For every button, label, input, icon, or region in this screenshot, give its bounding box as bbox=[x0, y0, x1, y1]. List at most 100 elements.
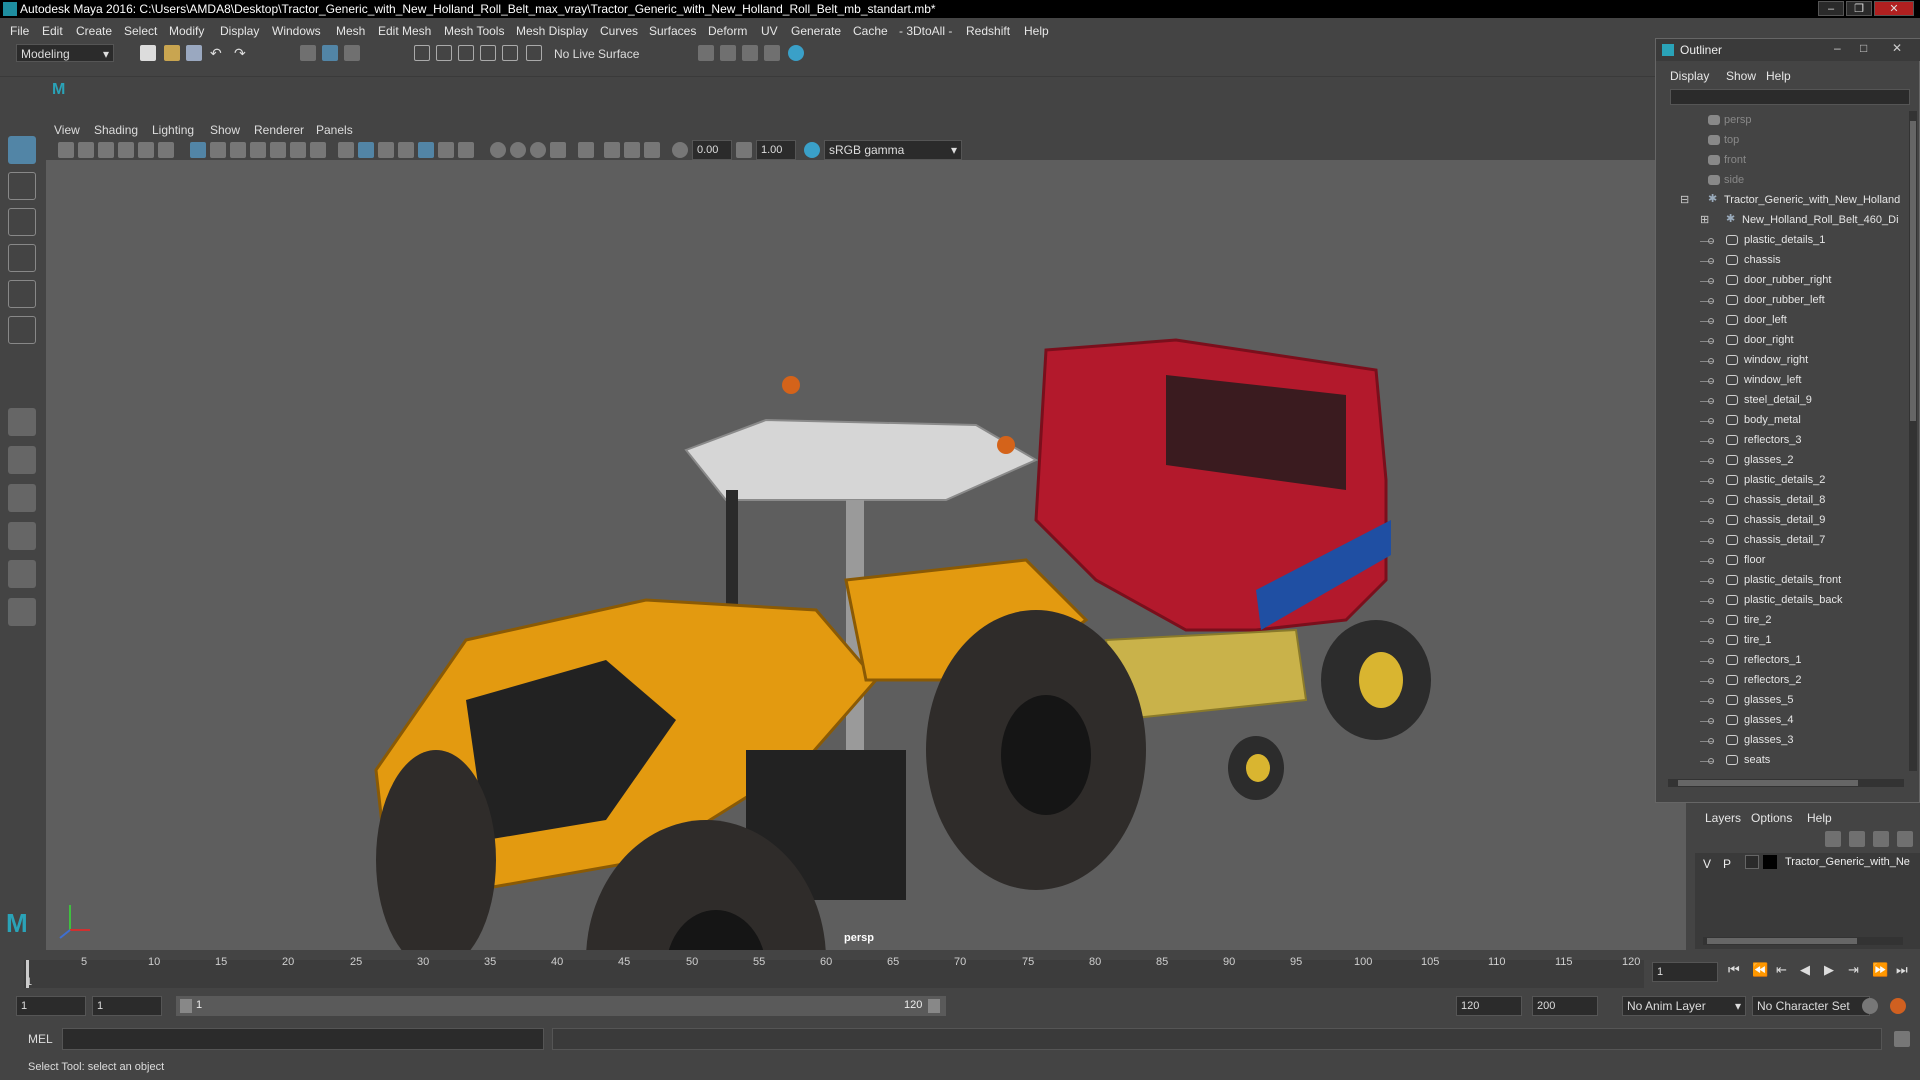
script-editor-icon[interactable] bbox=[1894, 1031, 1910, 1047]
layers-menu-layers[interactable]: Layers bbox=[1705, 811, 1741, 825]
grease-pencil-icon[interactable] bbox=[158, 142, 174, 158]
outliner-item-mesh[interactable]: tire_2 bbox=[1656, 611, 1906, 631]
wireframe-on-shaded-icon[interactable] bbox=[398, 142, 414, 158]
graph-layout-icon[interactable] bbox=[8, 560, 36, 588]
xray-icon[interactable] bbox=[604, 142, 620, 158]
outliner-search-field[interactable] bbox=[1670, 89, 1910, 105]
paint-select-tool-icon[interactable] bbox=[8, 208, 36, 236]
menu-edit[interactable]: Edit bbox=[42, 24, 63, 38]
command-language-label[interactable]: MEL bbox=[28, 1032, 53, 1046]
textured-icon[interactable] bbox=[418, 142, 434, 158]
menu-deform[interactable]: Deform bbox=[708, 24, 747, 38]
render-settings-icon[interactable] bbox=[764, 45, 780, 61]
exposure-icon[interactable] bbox=[672, 142, 688, 158]
minimize-button[interactable]: ‒ bbox=[1818, 1, 1844, 16]
layer-visibility-toggle[interactable]: V bbox=[1703, 857, 1711, 871]
character-set-dropdown[interactable]: No Character Set bbox=[1752, 996, 1870, 1016]
viewport-menu-lighting[interactable]: Lighting bbox=[152, 123, 194, 137]
gate-mask-icon[interactable] bbox=[250, 142, 266, 158]
hypershade-icon[interactable] bbox=[788, 45, 804, 61]
snap-projected-icon[interactable] bbox=[480, 45, 496, 61]
snap-view-plane-icon[interactable] bbox=[502, 45, 518, 61]
snap-point-icon[interactable] bbox=[458, 45, 474, 61]
viewport-menu-renderer[interactable]: Renderer bbox=[254, 123, 304, 137]
layer-color-swatch[interactable] bbox=[1763, 855, 1777, 869]
outliner-item-mesh[interactable]: plastic_details_1 bbox=[1656, 231, 1906, 251]
menu-redshift[interactable]: Redshift bbox=[966, 24, 1010, 38]
layer-name[interactable]: Tractor_Generic_with_Ne bbox=[1785, 856, 1910, 868]
snap-grid-icon[interactable] bbox=[414, 45, 430, 61]
viewport-menu-panels[interactable]: Panels bbox=[316, 123, 353, 137]
select-component-icon[interactable] bbox=[344, 45, 360, 61]
play-backward-icon[interactable]: ◀ bbox=[1800, 962, 1810, 978]
layer-type-toggle[interactable] bbox=[1745, 855, 1759, 869]
animation-start-field[interactable]: 1 bbox=[16, 996, 86, 1016]
outliner-item-mesh[interactable]: chassis bbox=[1656, 251, 1906, 271]
go-to-end-icon[interactable]: ⏭ bbox=[1896, 962, 1908, 978]
step-back-key-icon[interactable]: ⏪ bbox=[1752, 962, 1768, 978]
single-perspective-layout-icon[interactable] bbox=[8, 408, 36, 436]
outliner-horizontal-scrollbar[interactable] bbox=[1668, 779, 1904, 787]
ipr-render-icon[interactable] bbox=[742, 45, 758, 61]
camera-select-icon[interactable] bbox=[58, 142, 74, 158]
use-default-material-icon[interactable] bbox=[378, 142, 394, 158]
screen-space-ao-icon[interactable] bbox=[490, 142, 506, 158]
two-view-layout-icon[interactable] bbox=[8, 484, 36, 512]
xray-components-icon[interactable] bbox=[644, 142, 660, 158]
playback-start-field[interactable]: 1 bbox=[92, 996, 162, 1016]
wireframe-icon[interactable] bbox=[338, 142, 354, 158]
lasso-tool-icon[interactable] bbox=[8, 172, 36, 200]
go-to-start-icon[interactable]: ⏮ bbox=[1728, 962, 1740, 978]
range-end-handle[interactable] bbox=[928, 999, 940, 1013]
outliner-item-mesh[interactable]: reflectors_2 bbox=[1656, 671, 1906, 691]
outliner-item-mesh[interactable]: seats bbox=[1656, 751, 1906, 771]
outliner-item-root[interactable]: ⊟ ✱ Tractor_Generic_with_New_Holland bbox=[1656, 191, 1906, 211]
select-tool-icon[interactable] bbox=[8, 136, 36, 164]
scrollbar-thumb[interactable] bbox=[1707, 938, 1857, 944]
menu-modify[interactable]: Modify bbox=[169, 24, 204, 38]
menu-select[interactable]: Select bbox=[124, 24, 157, 38]
new-empty-layer-icon[interactable] bbox=[1873, 831, 1889, 847]
collapse-icon[interactable]: ⊟ bbox=[1680, 193, 1689, 206]
snap-curve-icon[interactable] bbox=[436, 45, 452, 61]
outliner-item-mesh[interactable]: chassis_detail_7 bbox=[1656, 531, 1906, 551]
outliner-item-mesh[interactable]: reflectors_1 bbox=[1656, 651, 1906, 671]
outliner-vertical-scrollbar[interactable] bbox=[1909, 111, 1917, 771]
menu-help[interactable]: Help bbox=[1024, 24, 1049, 38]
outliner-item-mesh[interactable]: window_left bbox=[1656, 371, 1906, 391]
auto-key-icon[interactable] bbox=[1862, 998, 1878, 1014]
outliner-item-group[interactable]: ⊞ ✱ New_Holland_Roll_Belt_460_Di bbox=[1656, 211, 1906, 231]
shadows-icon[interactable] bbox=[458, 142, 474, 158]
undo-icon[interactable]: ↶ bbox=[210, 45, 226, 61]
outliner-item-persp[interactable]: persp bbox=[1656, 111, 1906, 131]
outliner-item-mesh[interactable]: glasses_5 bbox=[1656, 691, 1906, 711]
field-chart-icon[interactable] bbox=[270, 142, 286, 158]
step-forward-key-icon[interactable]: ⏩ bbox=[1872, 962, 1888, 978]
outliner-item-mesh[interactable]: floor bbox=[1656, 551, 1906, 571]
outliner-menu-show[interactable]: Show bbox=[1726, 69, 1756, 83]
select-hierarchy-icon[interactable] bbox=[300, 45, 316, 61]
expand-icon[interactable]: ⊞ bbox=[1700, 213, 1709, 226]
command-input[interactable] bbox=[62, 1028, 544, 1050]
shelf-maya-icon[interactable]: M bbox=[52, 81, 72, 101]
resolution-gate-icon[interactable] bbox=[230, 142, 246, 158]
perspective-viewport[interactable]: persp bbox=[46, 160, 1686, 950]
outliner-item-mesh[interactable]: body_metal bbox=[1656, 411, 1906, 431]
safe-action-icon[interactable] bbox=[290, 142, 306, 158]
animation-preferences-icon[interactable] bbox=[1890, 998, 1906, 1014]
outliner-item-mesh[interactable]: steel_detail_9 bbox=[1656, 391, 1906, 411]
menu-file[interactable]: File bbox=[10, 24, 29, 38]
move-layer-up-icon[interactable] bbox=[1825, 831, 1841, 847]
menu-edit-mesh[interactable]: Edit Mesh bbox=[378, 24, 431, 38]
menu-mesh-display[interactable]: Mesh Display bbox=[516, 24, 588, 38]
anim-layer-dropdown[interactable]: No Anim Layer ▾ bbox=[1622, 996, 1746, 1016]
menu-windows[interactable]: Windows bbox=[272, 24, 321, 38]
four-view-layout-icon[interactable] bbox=[8, 446, 36, 474]
range-start-handle[interactable] bbox=[180, 999, 192, 1013]
menu-mesh[interactable]: Mesh bbox=[336, 24, 365, 38]
redo-icon[interactable]: ↷ bbox=[234, 45, 250, 61]
outliner-item-mesh[interactable]: door_rubber_left bbox=[1656, 291, 1906, 311]
menu-uv[interactable]: UV bbox=[761, 24, 778, 38]
maximize-button[interactable]: ❐ bbox=[1846, 1, 1872, 16]
viewport-menu-shading[interactable]: Shading bbox=[94, 123, 138, 137]
